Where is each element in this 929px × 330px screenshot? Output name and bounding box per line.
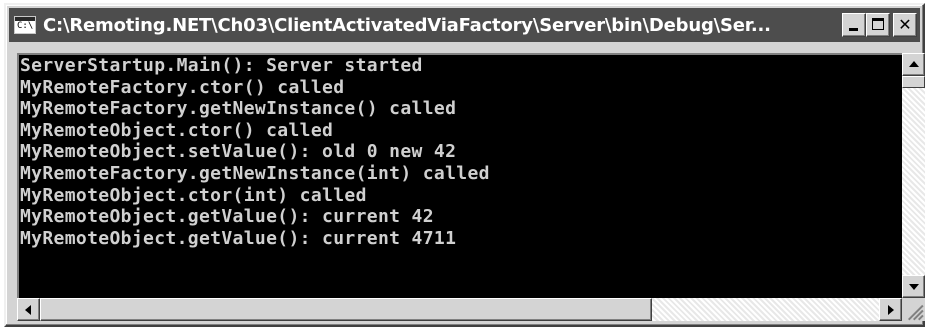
left-arrow-icon — [25, 305, 31, 315]
scroll-right-button[interactable] — [879, 298, 902, 321]
window-title: C:\Remoting.NET\Ch03\ClientActivatedViaF… — [43, 14, 771, 36]
console-output[interactable]: ServerStartup.Main(): Server started MyR… — [17, 53, 902, 298]
console-line: MyRemoteFactory.getNewInstance() called — [20, 98, 457, 120]
console-line: MyRemoteObject.ctor() called — [20, 119, 334, 141]
maximize-button[interactable] — [866, 13, 890, 37]
title-bar[interactable]: C:\ C:\Remoting.NET\Ch03\ClientActivated… — [9, 8, 920, 42]
console-icon[interactable]: C:\ — [14, 16, 36, 34]
console-line: MyRemoteFactory.ctor() called — [20, 76, 345, 98]
vertical-scroll-thumb[interactable] — [902, 76, 925, 88]
scroll-left-button[interactable] — [17, 298, 40, 321]
scroll-up-button[interactable] — [902, 53, 925, 76]
horizontal-scrollbar[interactable] — [17, 298, 902, 321]
down-arrow-icon — [909, 284, 919, 290]
console-line: MyRemoteObject.setValue(): old 0 new 42 — [20, 141, 457, 163]
close-icon: ✕ — [898, 15, 912, 34]
minimize-icon — [849, 28, 858, 31]
scroll-down-button[interactable] — [902, 275, 925, 298]
right-arrow-icon — [888, 305, 894, 315]
caption-buttons: ✕ — [842, 13, 917, 37]
console-line: MyRemoteObject.getValue(): current 4711 — [20, 227, 457, 249]
console-icon-glyph: C:\ — [17, 21, 34, 31]
console-line: MyRemoteObject.ctor(int) called — [20, 184, 367, 206]
horizontal-scroll-thumb[interactable] — [40, 298, 652, 321]
up-arrow-icon — [909, 61, 919, 67]
vertical-scrollbar[interactable] — [902, 53, 925, 298]
console-window: C:\ C:\Remoting.NET\Ch03\ClientActivated… — [4, 3, 925, 327]
minimize-button[interactable] — [842, 13, 866, 37]
console-line: MyRemoteObject.getValue(): current 42 — [20, 206, 434, 228]
resize-grip[interactable] — [902, 298, 925, 321]
console-line: MyRemoteFactory.getNewInstance(int) call… — [20, 162, 490, 184]
maximize-icon — [872, 18, 884, 30]
console-line: ServerStartup.Main(): Server started — [20, 55, 423, 76]
close-button[interactable]: ✕ — [893, 13, 917, 37]
